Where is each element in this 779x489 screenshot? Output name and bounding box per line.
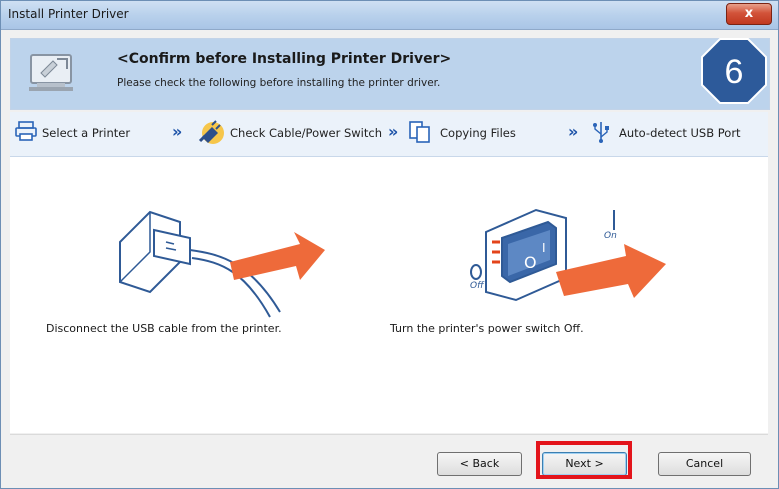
usb-disconnect-illustration (119, 210, 325, 318)
step-arrow-3: » (568, 122, 579, 141)
cancel-button[interactable]: Cancel (658, 452, 751, 476)
wizard-steps: Select a Printer » Check Cable/Power Swi… (10, 112, 768, 157)
wizard-header: <Confirm before Installing Printer Drive… (10, 38, 770, 110)
step-copying-files: Copying Files (440, 126, 516, 140)
title-bar: Install Printer Driver x (1, 1, 778, 30)
step-number: 6 (725, 53, 744, 91)
printer-icon (15, 121, 37, 141)
usb-icon (593, 122, 609, 143)
power-caption: Turn the printer's power switch Off. (390, 322, 584, 335)
step-check-cable: Check Cable/Power Switch (230, 126, 382, 140)
power-switch-illustration: O I (470, 208, 666, 302)
usb-caption: Disconnect the USB cable from the printe… (46, 322, 282, 335)
wizard-footer (10, 434, 768, 479)
step-arrow-1: » (172, 122, 183, 141)
back-button[interactable]: < Back (437, 452, 522, 476)
copy-files-icon (409, 121, 430, 143)
svg-text:I: I (542, 241, 546, 255)
switch-off-label: Off (470, 281, 484, 291)
switch-on-label: On (604, 231, 617, 241)
plug-icon (198, 120, 224, 144)
instruction-panel: Disconnect the USB cable from the printe… (10, 157, 768, 433)
install-logo-icon (29, 54, 73, 91)
header-title: <Confirm before Installing Printer Drive… (117, 51, 452, 67)
close-icon: x (744, 6, 754, 21)
step-select-printer: Select a Printer (42, 126, 131, 140)
svg-text:O: O (524, 253, 537, 272)
header-subtitle: Please check the following before instal… (117, 77, 441, 89)
step-auto-detect-usb: Auto-detect USB Port (619, 126, 741, 140)
close-button[interactable]: x (726, 3, 772, 25)
window-title: Install Printer Driver (8, 7, 129, 21)
next-highlight-box (536, 441, 632, 479)
step-number-badge: 6 (701, 38, 767, 104)
step-arrow-2: » (388, 122, 399, 141)
